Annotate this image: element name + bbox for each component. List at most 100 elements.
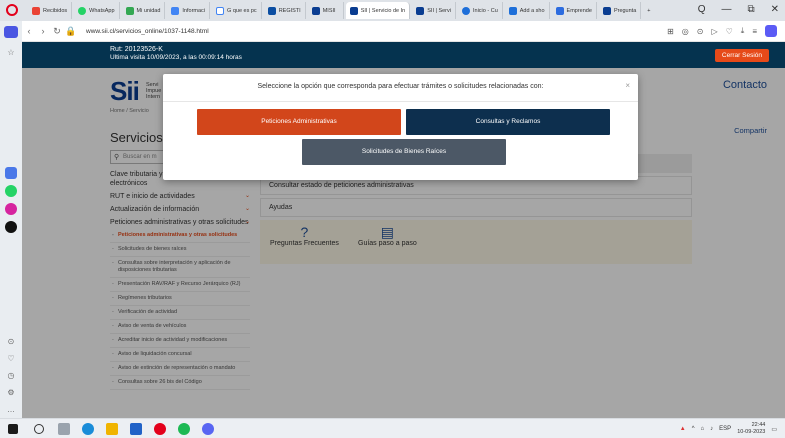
close-icon[interactable]: ✕ [771,4,779,15]
player-icon[interactable]: ⊙ [6,337,16,347]
weather-icon[interactable]: ▲ [680,426,686,432]
peticiones-administrativas-button[interactable]: Peticiones Administrativas [197,109,401,135]
tab-label: MISII [322,7,336,14]
modal-title: Seleccione la opción que corresponda par… [257,83,544,90]
history-icon[interactable]: ◷ [6,371,16,381]
new-tab-button[interactable]: + [643,2,657,19]
target-icon[interactable]: ⊙ [697,27,704,36]
screenshot-icon[interactable]: ⊞ [667,27,674,36]
browser-tab-active[interactable]: SII | Servicio de In [345,2,411,19]
browser-tab[interactable]: G que es pc [212,2,262,19]
windows-taskbar: ▲ ^ ⌂ ♪ ESP 22:44 10-09-2023 ▭ [0,418,785,438]
play-icon[interactable]: ▷ [711,27,717,36]
divider [163,101,638,102]
session-bar: Rut: 20123526-K Ultima visita 10/09/2023… [22,42,785,68]
browser-tab-strip: Recibidos WhatsApp Mi unidad Informaci G… [0,0,785,21]
gmail-icon [32,6,40,15]
browser-tab[interactable]: REGISTI [264,2,306,19]
tiktok-icon[interactable] [5,221,17,233]
registro-icon [267,6,276,15]
whatsapp-icon [78,6,87,15]
account-icon[interactable] [765,25,777,37]
task-view-icon[interactable] [58,423,70,435]
browser-tab[interactable]: SII | Servi [412,2,456,19]
rut-label: Rut: 20123526-K [110,46,163,53]
tab-label: Emprende [566,7,592,14]
tab-label: REGISTI [278,7,301,14]
heart-icon[interactable]: ♡ [6,354,16,364]
browser-tab[interactable]: Informaci [167,2,211,19]
sii-icon [311,6,320,15]
chat-icon [508,6,517,15]
drive-icon [125,6,134,15]
sii-icon [602,6,611,15]
clock-time: 22:44 [751,422,766,428]
camera-icon[interactable]: ◎ [682,27,689,36]
menu-icon[interactable]: ≡ [752,27,757,36]
docs-icon [171,6,180,15]
tab-label: Pregunta [613,7,637,14]
clock-date: 10-09-2023 [737,429,766,435]
google-icon [216,6,225,15]
browser-tab[interactable]: Pregunta [599,2,642,19]
volume-icon[interactable]: ♪ [710,426,713,432]
opera-logo-icon[interactable] [6,4,18,16]
logout-button[interactable]: Cerrar Sesión [714,49,769,62]
close-icon[interactable]: × [625,81,630,90]
search-icon[interactable]: Q [698,4,706,15]
browser-tab[interactable]: Emprende [552,2,597,19]
spotify-icon[interactable] [178,423,190,435]
tab-label: Inicio - Cu [473,7,498,14]
tray-chevron-icon[interactable]: ^ [692,426,695,432]
address-bar-tools: ⊞ ◎ ⊙ ▷ ♡ ⤓ ≡ [667,25,777,37]
discord-icon[interactable] [202,423,214,435]
minimize-icon[interactable]: — [721,4,731,15]
edge-icon[interactable] [82,423,94,435]
globe-icon [462,6,470,15]
heart-icon[interactable]: ♡ [726,27,733,36]
instagram-icon[interactable] [5,203,17,215]
lock-icon: 🔒 [65,25,77,36]
last-visit-label: Ultima visita 10/09/2023, a las 00:09:14… [110,54,242,61]
search-icon[interactable] [34,424,44,434]
tab-label: WhatsApp [89,7,115,14]
whatsapp-icon[interactable] [5,185,17,197]
network-icon[interactable]: ⌂ [701,426,705,432]
browser-sidebar: ☆ ⊙ ♡ ◷ ⚙ … [0,21,22,418]
browser-tab[interactable]: Recibidos [28,2,73,19]
settings-icon[interactable]: ⚙ [6,388,16,398]
language-indicator[interactable]: ESP [719,426,731,432]
maximize-icon[interactable]: ⧉ [747,4,754,15]
home-icon[interactable] [4,26,18,38]
notification-icon[interactable]: ▭ [771,426,777,433]
forward-icon[interactable]: › [36,26,50,36]
browser-tab[interactable]: Inicio - Cu [458,2,503,19]
consultas-reclamos-button[interactable]: Consultas y Reclamos [406,109,610,135]
more-icon[interactable]: … [6,405,16,415]
window-controls: Q — ⧉ ✕ [698,4,779,15]
opera-icon[interactable] [154,423,166,435]
address-bar: ‹ › ↻ 🔒 www.sii.cl/servicios_online/1037… [0,21,785,42]
star-icon[interactable]: ☆ [6,48,16,58]
aria-icon[interactable] [5,167,17,179]
reload-icon[interactable]: ↻ [50,26,64,37]
file-explorer-icon[interactable] [106,423,118,435]
store-icon[interactable] [130,423,142,435]
tab-label: Informaci [182,7,206,14]
bienes-raices-button[interactable]: Solicitudes de Bienes Raíces [302,139,506,165]
emprende-icon [555,6,564,15]
clock[interactable]: 22:44 10-09-2023 [737,422,765,436]
download-icon[interactable]: ⤓ [741,26,745,36]
back-icon[interactable]: ‹ [22,26,36,36]
browser-tab[interactable]: WhatsApp [74,2,120,19]
options-modal: Seleccione la opción que corresponda par… [163,74,638,180]
browser-tab[interactable]: Add a sho [505,2,550,19]
tab-label: Mi unidad [136,7,161,14]
tab-label: SII | Servi [427,7,451,14]
sii-icon [349,6,358,15]
url-field[interactable]: www.sii.cl/servicios_online/1037-1148.ht… [86,28,209,35]
windows-start-icon[interactable] [8,424,18,434]
browser-tab[interactable]: Mi unidad [122,2,166,19]
browser-tab[interactable]: MISII [308,2,344,19]
system-tray: ▲ ^ ⌂ ♪ ESP 22:44 10-09-2023 ▭ [680,422,777,436]
